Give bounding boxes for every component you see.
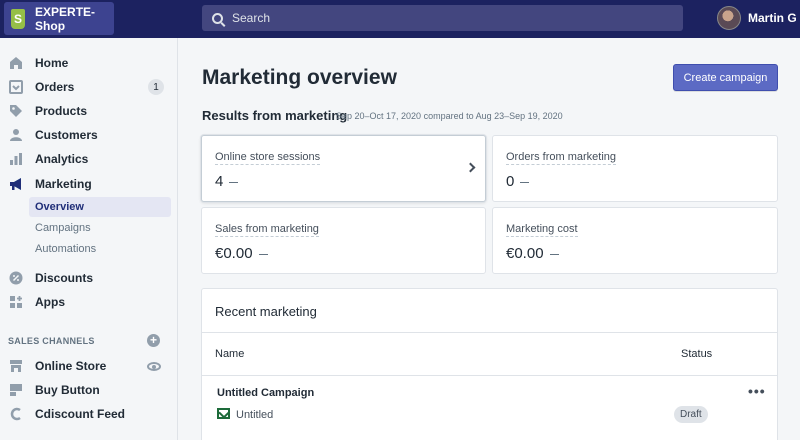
metric-label[interactable]: Sales from marketing: [215, 223, 319, 237]
divider: [202, 375, 777, 376]
no-change-dash-icon: [549, 253, 559, 255]
chevron-right-icon: [465, 162, 476, 173]
sidebar-item-cdiscount-feed[interactable]: Cdiscount Feed: [0, 403, 178, 425]
store-switcher[interactable]: S EXPERTE-Shop: [4, 2, 114, 35]
sidebar-item-label: Marketing: [35, 177, 92, 191]
apps-icon: [9, 295, 23, 309]
campaign-title[interactable]: Untitled Campaign: [217, 387, 314, 399]
sidebar-item-online-store[interactable]: Online Store: [0, 355, 178, 377]
metric-value-wrapper: 4: [215, 173, 239, 190]
metric-value: 4: [215, 173, 224, 190]
status-badge: Draft: [674, 406, 708, 423]
column-header-name: Name: [215, 348, 245, 360]
sidebar-item-buy-button[interactable]: Buy Button: [0, 379, 178, 401]
sidebar-item-label: Cdiscount Feed: [35, 407, 126, 421]
sidebar-item-analytics[interactable]: Analytics: [0, 148, 178, 170]
recent-marketing-card: Recent marketing Name Status Untitled Ca…: [201, 288, 778, 440]
column-header-status: Status: [681, 348, 713, 360]
divider: [202, 332, 777, 333]
shopify-logo-icon: S: [11, 8, 26, 29]
avatar[interactable]: [717, 6, 741, 30]
sidebar-subitem-label: Campaigns: [35, 222, 91, 234]
orders-icon: [9, 80, 23, 94]
date-range: Sep 20–Oct 17, 2020 compared to Aug 23–S…: [336, 111, 563, 121]
create-campaign-button[interactable]: Create campaign: [673, 64, 778, 91]
sidebar-item-label: Analytics: [35, 152, 89, 166]
metric-value: 0: [506, 173, 515, 190]
add-channel-icon[interactable]: +: [147, 334, 160, 347]
metric-value-wrapper: €0.00: [215, 245, 268, 262]
person-icon: [9, 128, 23, 142]
no-change-dash-icon: [229, 181, 239, 183]
no-change-dash-icon: [258, 253, 268, 255]
sidebar-item-label: Apps: [35, 295, 65, 309]
sidebar-item-label: Orders: [35, 80, 75, 94]
sidebar-item-label: Online Store: [35, 359, 107, 373]
metric-label[interactable]: Online store sessions: [215, 151, 321, 165]
metric-label[interactable]: Marketing cost: [506, 223, 578, 237]
user-name[interactable]: Martin G: [748, 11, 797, 25]
sidebar-subitem-overview[interactable]: Overview: [29, 197, 171, 217]
sidebar-item-label: Discounts: [35, 271, 94, 285]
sales-channels-heading: SALES CHANNELS: [8, 336, 95, 346]
metric-label[interactable]: Orders from marketing: [506, 151, 617, 165]
metric-card-marketing-cost[interactable]: Marketing cost €0.00: [492, 207, 778, 274]
orders-count-badge: 1: [148, 79, 164, 95]
bar-chart-icon: [9, 152, 23, 166]
top-bar: S EXPERTE-Shop Search Martin G: [0, 0, 800, 38]
sidebar-item-customers[interactable]: Customers: [0, 124, 178, 146]
search-input[interactable]: Search: [202, 5, 683, 31]
search-icon: [212, 12, 223, 24]
more-actions-icon[interactable]: •••: [748, 383, 766, 399]
cdiscount-icon: [9, 407, 23, 421]
metric-value-wrapper: 0: [506, 173, 530, 190]
sidebar-item-home[interactable]: Home: [0, 52, 178, 74]
metric-value: €0.00: [215, 245, 253, 262]
metric-card-sales-from-marketing[interactable]: Sales from marketing €0.00: [201, 207, 486, 274]
recent-marketing-heading: Recent marketing: [215, 304, 317, 319]
metric-value: €0.00: [506, 245, 544, 262]
sidebar-item-label: Home: [35, 56, 69, 70]
sidebar-item-label: Buy Button: [35, 383, 100, 397]
store-icon: [9, 359, 23, 373]
discount-icon: [9, 271, 23, 285]
results-heading: Results from marketing: [202, 108, 348, 123]
sidebar-item-label: Customers: [35, 128, 98, 142]
sidebar-item-discounts[interactable]: Discounts: [0, 267, 178, 289]
sidebar-item-apps[interactable]: Apps: [0, 291, 178, 313]
sidebar-subitem-label: Automations: [35, 243, 97, 255]
megaphone-icon: [9, 177, 23, 191]
tag-icon: [9, 104, 23, 118]
email-icon: [217, 408, 230, 419]
metric-card-orders-from-marketing[interactable]: Orders from marketing 0: [492, 135, 778, 202]
metric-card-online-store-sessions[interactable]: Online store sessions 4: [201, 135, 486, 202]
store-name: EXPERTE-Shop: [35, 4, 96, 33]
sidebar-item-orders[interactable]: Orders 1: [0, 76, 178, 98]
activity-name[interactable]: Untitled: [236, 409, 273, 421]
home-icon: [9, 56, 23, 70]
no-change-dash-icon: [520, 181, 530, 183]
sidebar-item-label: Products: [35, 104, 88, 118]
sidebar-subitem-automations[interactable]: Automations: [29, 239, 171, 259]
sidebar: Home Orders 1 Products Customers Analyti…: [0, 38, 178, 440]
sidebar-subitem-campaigns[interactable]: Campaigns: [29, 218, 171, 238]
page-title: Marketing overview: [202, 66, 397, 89]
eye-icon[interactable]: [147, 361, 161, 371]
metric-value-wrapper: €0.00: [506, 245, 559, 262]
search-placeholder: Search: [232, 11, 271, 25]
sidebar-item-marketing[interactable]: Marketing: [0, 173, 178, 195]
sidebar-item-products[interactable]: Products: [0, 100, 178, 122]
buy-button-icon: [9, 383, 23, 397]
sidebar-subitem-label: Overview: [35, 201, 84, 213]
